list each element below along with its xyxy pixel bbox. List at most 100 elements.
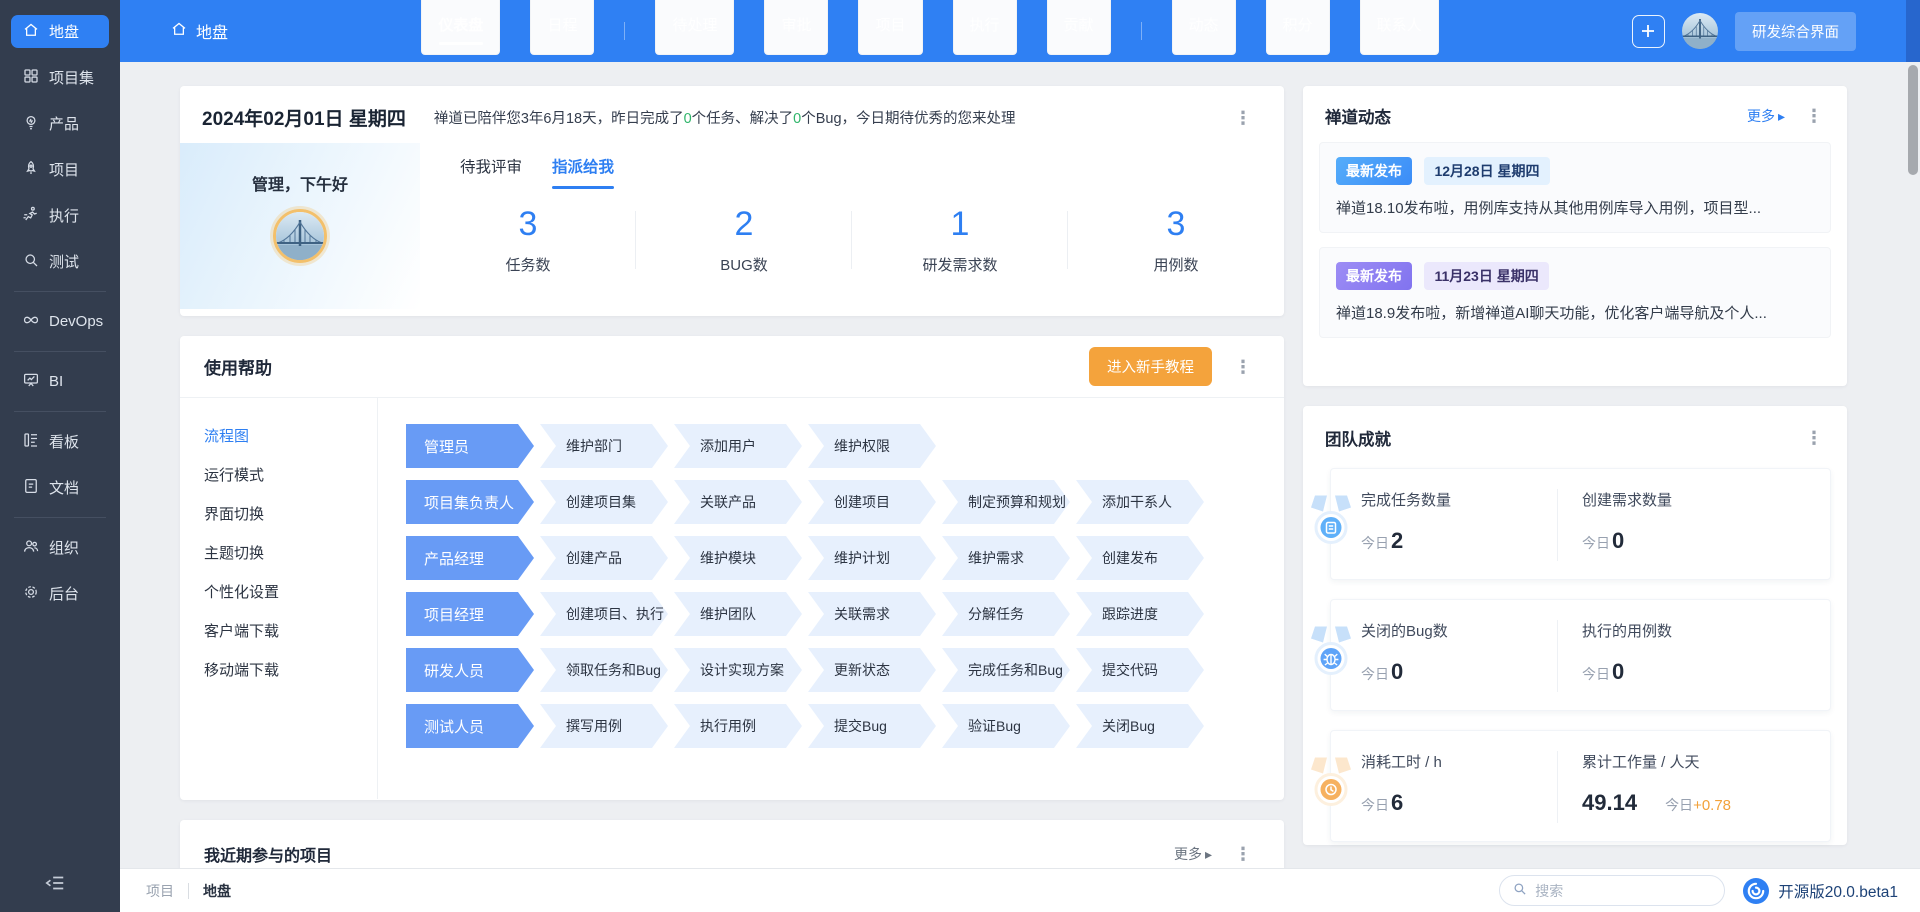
- flow-role: 研发人员: [406, 648, 534, 692]
- flow-step: 创建项目、执行: [540, 592, 668, 636]
- message-part: 个Bug，今日期待优秀的您来处理: [801, 111, 1015, 127]
- kanban-icon: [22, 431, 40, 453]
- sidebar-item-docs[interactable]: 文档: [11, 471, 109, 504]
- sidebar-item-qa[interactable]: 测试: [11, 245, 109, 278]
- tutorial-button[interactable]: 进入新手教程: [1089, 347, 1212, 386]
- help-menu-flowchart[interactable]: 流程图: [204, 416, 377, 455]
- assignment-tabs: 待我评审 指派给我: [460, 155, 1284, 189]
- nav-item-project[interactable]: 项目: [858, 0, 922, 55]
- sidebar-item-admin[interactable]: 后台: [11, 577, 109, 610]
- stat-tasks[interactable]: 3 任务数: [420, 207, 636, 275]
- search-input[interactable]: [1535, 883, 1695, 899]
- create-button[interactable]: [1632, 15, 1665, 48]
- nav-item-execution[interactable]: 执行: [953, 0, 1017, 55]
- today-date: 2024年02月01日 星期四: [202, 104, 406, 131]
- rocket-icon: [22, 159, 40, 181]
- breadcrumb-current[interactable]: 地盘: [203, 881, 231, 901]
- help-menu-theme-switch[interactable]: 主题切换: [204, 533, 377, 572]
- bulb-icon: [22, 113, 40, 135]
- sidebar-item-bi[interactable]: BI: [11, 365, 109, 398]
- news-item[interactable]: 最新发布 12月28日 星期四 禅道18.10发布啦，用例库支持从其他用例库导入…: [1319, 142, 1831, 233]
- sidebar-item-executions[interactable]: 执行: [11, 199, 109, 232]
- more-link[interactable]: 更多▸: [1747, 106, 1785, 126]
- bottom-bar: 项目 地盘 开源版20.0.beta1: [120, 868, 1920, 912]
- page-scrollbar[interactable]: [1906, 0, 1920, 912]
- achievement-label: 关闭的Bug数: [1361, 620, 1557, 641]
- sidebar-item-label: 看板: [49, 431, 79, 452]
- search-box[interactable]: [1499, 875, 1725, 906]
- sidebar-item-projects[interactable]: 项目: [11, 153, 109, 186]
- sidebar-item-devops[interactable]: DevOps: [11, 305, 109, 338]
- help-menu-run-mode[interactable]: 运行模式: [204, 455, 377, 494]
- help-menu-desktop-client[interactable]: 客户端下载: [204, 611, 377, 650]
- flow-step: 添加干系人: [1076, 480, 1204, 524]
- card-menu-icon[interactable]: ⋮: [1230, 843, 1256, 865]
- card-menu-icon[interactable]: ⋮: [1230, 356, 1256, 378]
- sidebar-item-project-sets[interactable]: 项目集: [11, 61, 109, 94]
- achievement-prefix: 今日: [1361, 664, 1389, 684]
- news-text: 禅道18.10发布啦，用例库支持从其他用例库导入用例，项目型...: [1336, 197, 1814, 218]
- grid-icon: [22, 67, 40, 89]
- nav-item-score[interactable]: 积分: [1266, 0, 1330, 55]
- nav-item-contribution[interactable]: 贡献: [1047, 0, 1111, 55]
- sidebar-item-label: DevOps: [49, 313, 103, 330]
- flow-step: 领取任务和Bug: [540, 648, 668, 692]
- sidebar-item-organization[interactable]: 组织: [11, 531, 109, 564]
- achievement-label: 累计工作量 / 人天: [1582, 751, 1830, 772]
- nav-item-dynamic[interactable]: 动态: [1172, 0, 1236, 55]
- help-menu-mobile-client[interactable]: 移动端下载: [204, 650, 377, 689]
- breadcrumb-divider: [188, 883, 189, 899]
- news-text: 禅道18.9发布啦，新增禅道AI聊天功能，优化客户端导航及个人...: [1336, 302, 1814, 323]
- header-title: 地盘: [170, 19, 228, 43]
- breadcrumb: 项目 地盘: [146, 881, 231, 901]
- help-menu-ui-switch[interactable]: 界面切换: [204, 494, 377, 533]
- today-message: 禅道已陪伴您3年6月18天，昨日完成了0个任务、解决了0个Bug，今日期待优秀的…: [434, 107, 1016, 128]
- stat-bugs[interactable]: 2 BUG数: [636, 207, 852, 275]
- document-icon: [22, 477, 40, 499]
- tab-pending-review[interactable]: 待我评审: [460, 155, 522, 189]
- breadcrumb-project[interactable]: 项目: [146, 881, 174, 901]
- nav-item-review[interactable]: 审批: [764, 0, 828, 55]
- rnd-view-button[interactable]: 研发综合界面: [1735, 12, 1856, 51]
- nav-item-todo[interactable]: 待处理: [655, 0, 734, 55]
- help-menu: 流程图 运行模式 界面切换 主题切换 个性化设置 客户端下载 移动端下载: [180, 398, 378, 799]
- collapse-sidebar-icon[interactable]: [44, 872, 66, 899]
- flow-step: 验证Bug: [942, 704, 1070, 748]
- tab-assigned-to-me[interactable]: 指派给我: [552, 155, 614, 189]
- sidebar-item-label: 产品: [49, 113, 79, 134]
- flow-row-program-lead: 项目集负责人 创建项目集 关联产品 创建项目 制定预算和规划 添加干系人: [406, 480, 1284, 524]
- sidebar-item-products[interactable]: 产品: [11, 107, 109, 140]
- achievement-value: 49.14: [1582, 790, 1637, 816]
- news-item[interactable]: 最新发布 11月23日 星期四 禅道18.9发布啦，新增禅道AI聊天功能，优化客…: [1319, 247, 1831, 338]
- sidebar-item-label: 地盘: [49, 21, 79, 42]
- achievement-value: 2: [1391, 528, 1403, 554]
- sidebar-item-kanban[interactable]: 看板: [11, 425, 109, 458]
- card-menu-icon[interactable]: ⋮: [1801, 105, 1827, 127]
- card-menu-icon[interactable]: ⋮: [1230, 107, 1256, 129]
- sidebar-item-label: 执行: [49, 205, 79, 226]
- sidebar-divider: [14, 517, 106, 518]
- scrollbar-thumb[interactable]: [1908, 65, 1918, 175]
- nav-item-calendar[interactable]: 日程: [530, 0, 594, 55]
- user-avatar[interactable]: [1682, 13, 1718, 49]
- achievement-label: 执行的用例数: [1582, 620, 1830, 641]
- flow-role: 管理员: [406, 424, 534, 468]
- team-achievements-card: 团队成就 ⋮ 完成任务数量 今日2: [1303, 406, 1847, 845]
- message-part: 禅道已陪伴您3年6月18天，昨日完成了: [434, 111, 684, 127]
- stat-cases[interactable]: 3 用例数: [1068, 207, 1284, 275]
- nav-item-contacts[interactable]: 联系人: [1360, 0, 1439, 55]
- nav-item-dashboard[interactable]: 仪表盘: [421, 0, 500, 55]
- stat-label: 任务数: [420, 254, 636, 275]
- help-menu-personalize[interactable]: 个性化设置: [204, 572, 377, 611]
- zentao-logo-icon[interactable]: [1743, 878, 1769, 904]
- news-badge: 最新发布: [1336, 157, 1412, 185]
- recent-projects-title: 我近期参与的项目: [204, 842, 332, 866]
- stat-stories[interactable]: 1 研发需求数: [852, 207, 1068, 275]
- header-actions: 研发综合界面: [1632, 12, 1856, 51]
- more-link[interactable]: 更多▸: [1174, 844, 1212, 864]
- sidebar-item-home[interactable]: 地盘: [11, 15, 109, 48]
- card-menu-icon[interactable]: ⋮: [1801, 427, 1827, 449]
- flow-step: 提交Bug: [808, 704, 936, 748]
- achievement-value: 6: [1391, 790, 1403, 816]
- flow-step: 执行用例: [674, 704, 802, 748]
